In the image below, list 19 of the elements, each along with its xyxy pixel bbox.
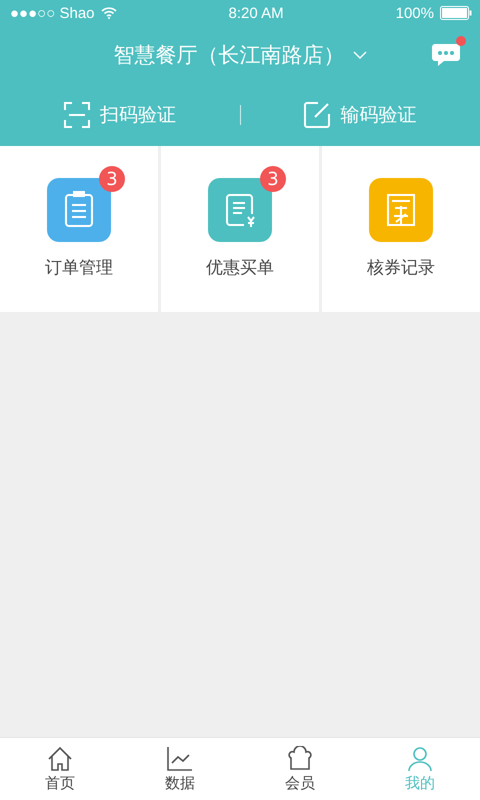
- person-icon: [406, 746, 434, 772]
- scan-icon: [64, 102, 90, 128]
- home-tab[interactable]: 首页: [0, 738, 120, 800]
- chevron-down-icon: [352, 51, 366, 59]
- battery-text: 100%: [396, 4, 434, 22]
- feature-tile[interactable]: 3 优惠买单: [161, 146, 319, 312]
- carrier-text: ●●●○○ Shao: [10, 4, 94, 22]
- home-icon: [46, 746, 74, 772]
- wifi-icon: [100, 7, 116, 19]
- line-chart-icon: [166, 746, 194, 772]
- data-tab[interactable]: 数据: [120, 738, 240, 800]
- edit-icon: [304, 102, 330, 128]
- count-badge: 3: [99, 166, 125, 192]
- feature-tile[interactable]: 核券记录: [322, 146, 480, 312]
- feature-tile[interactable]: 3 订单管理: [0, 146, 158, 312]
- time-text: 8:20 AM: [228, 4, 284, 22]
- battery-icon: [440, 6, 472, 20]
- member-tab[interactable]: 会员: [240, 738, 360, 800]
- count-badge: 3: [260, 166, 286, 192]
